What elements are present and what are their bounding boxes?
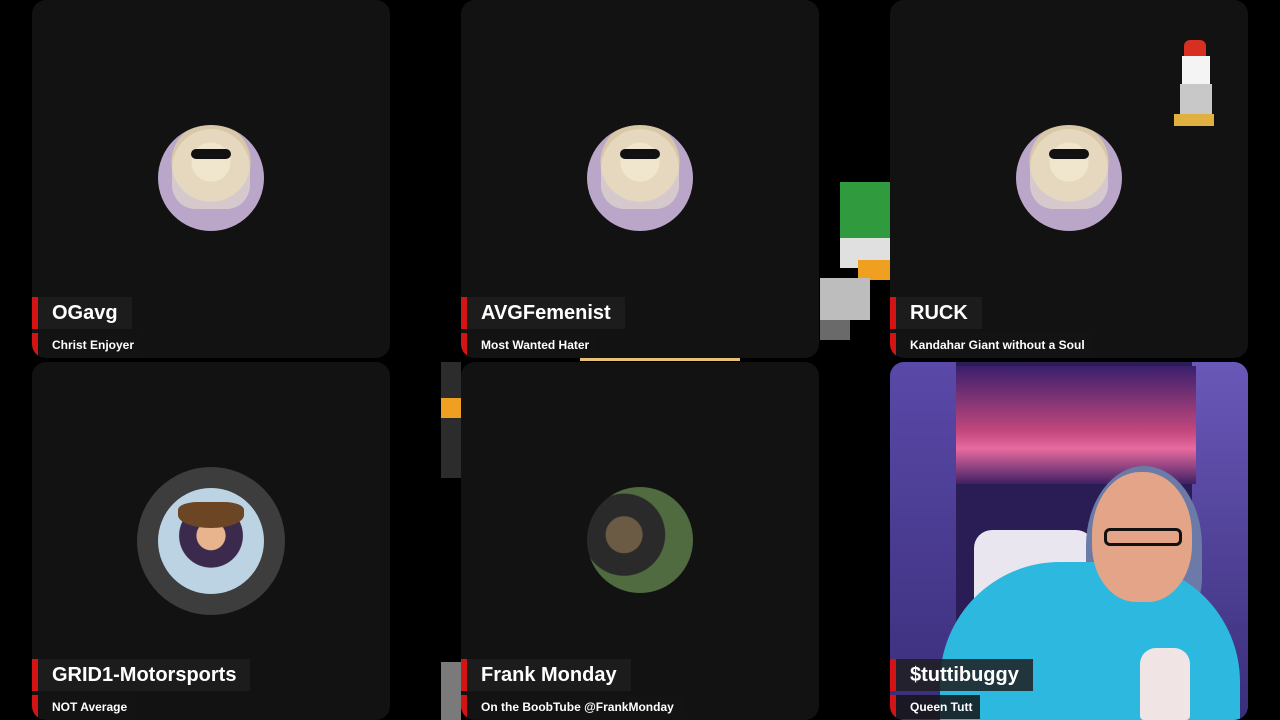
sunglasses-icon bbox=[620, 149, 660, 159]
participant-subtitle: Kandahar Giant without a Soul bbox=[890, 333, 1093, 357]
participant-name: $tuttibuggy bbox=[890, 659, 1033, 691]
microphone-icon bbox=[1140, 648, 1190, 720]
pixel-character-icon bbox=[1174, 40, 1214, 126]
sunglasses-icon bbox=[1049, 149, 1089, 159]
avatar bbox=[587, 487, 693, 593]
speaking-ring bbox=[137, 467, 285, 615]
participant-name: Frank Monday bbox=[461, 659, 631, 691]
avatar bbox=[1016, 125, 1122, 231]
participant-tile[interactable]: AVGFemenist Most Wanted Hater bbox=[461, 0, 819, 358]
participant-name: AVGFemenist bbox=[461, 297, 625, 329]
divider bbox=[580, 358, 740, 361]
pixel-sprite-decoration bbox=[820, 182, 890, 340]
pixel-sprite-decoration bbox=[441, 662, 461, 720]
participant-tile[interactable]: GRID1-Motorsports NOT Average bbox=[32, 362, 390, 720]
participant-name: GRID1-Motorsports bbox=[32, 659, 251, 691]
participant-name: OGavg bbox=[32, 297, 132, 329]
avatar bbox=[158, 125, 264, 231]
pixel-sprite-decoration bbox=[441, 362, 461, 478]
participant-subtitle: Most Wanted Hater bbox=[461, 333, 598, 357]
participant-name: RUCK bbox=[890, 297, 982, 329]
cowboy-hat-icon bbox=[178, 502, 244, 528]
sunglasses-icon bbox=[191, 149, 231, 159]
participant-subtitle: NOT Average bbox=[32, 695, 136, 719]
participant-subtitle: Queen Tutt bbox=[890, 695, 981, 719]
participant-subtitle: On the BoobTube @FrankMonday bbox=[461, 695, 682, 719]
participant-tile-video[interactable]: $tuttibuggy Queen Tutt bbox=[890, 362, 1248, 720]
avatar bbox=[158, 488, 264, 594]
avatar bbox=[587, 125, 693, 231]
participant-tile[interactable]: Frank Monday On the BoobTube @FrankMonda… bbox=[461, 362, 819, 720]
participant-tile[interactable]: OGavg Christ Enjoyer bbox=[32, 0, 390, 358]
participant-subtitle: Christ Enjoyer bbox=[32, 333, 143, 357]
